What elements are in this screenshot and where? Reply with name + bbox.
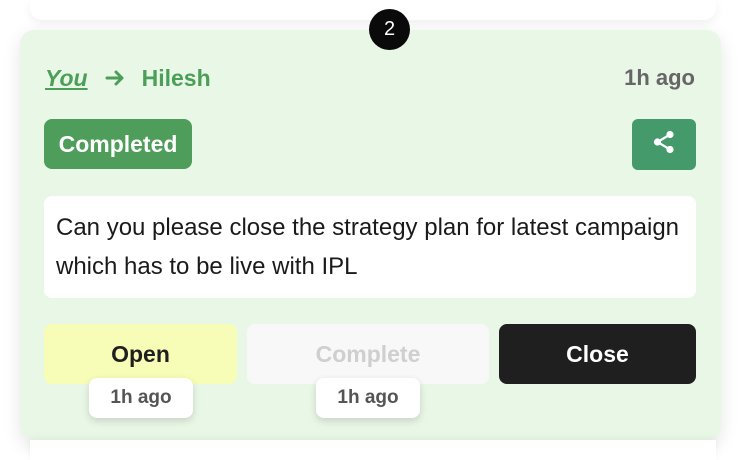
card-header: You Hilesh 1h ago: [45, 62, 695, 94]
complete-timestamp: 1h ago: [316, 378, 420, 418]
complete-button[interactable]: Complete: [247, 324, 489, 384]
share-button[interactable]: [632, 119, 696, 170]
sender-link[interactable]: You: [45, 65, 88, 92]
step-number-badge: 2: [369, 9, 410, 50]
arrow-right-icon: [104, 67, 126, 89]
open-button[interactable]: Open: [44, 324, 237, 384]
header-timestamp: 1h ago: [624, 65, 695, 90]
message-text: Can you please close the strategy plan f…: [44, 196, 696, 298]
open-timestamp: 1h ago: [89, 378, 193, 418]
share-icon: [651, 129, 677, 160]
status-badge: Completed: [44, 119, 192, 169]
close-button[interactable]: Close: [499, 324, 696, 384]
recipient-name: Hilesh: [141, 64, 211, 91]
next-card-edge: [30, 440, 716, 460]
